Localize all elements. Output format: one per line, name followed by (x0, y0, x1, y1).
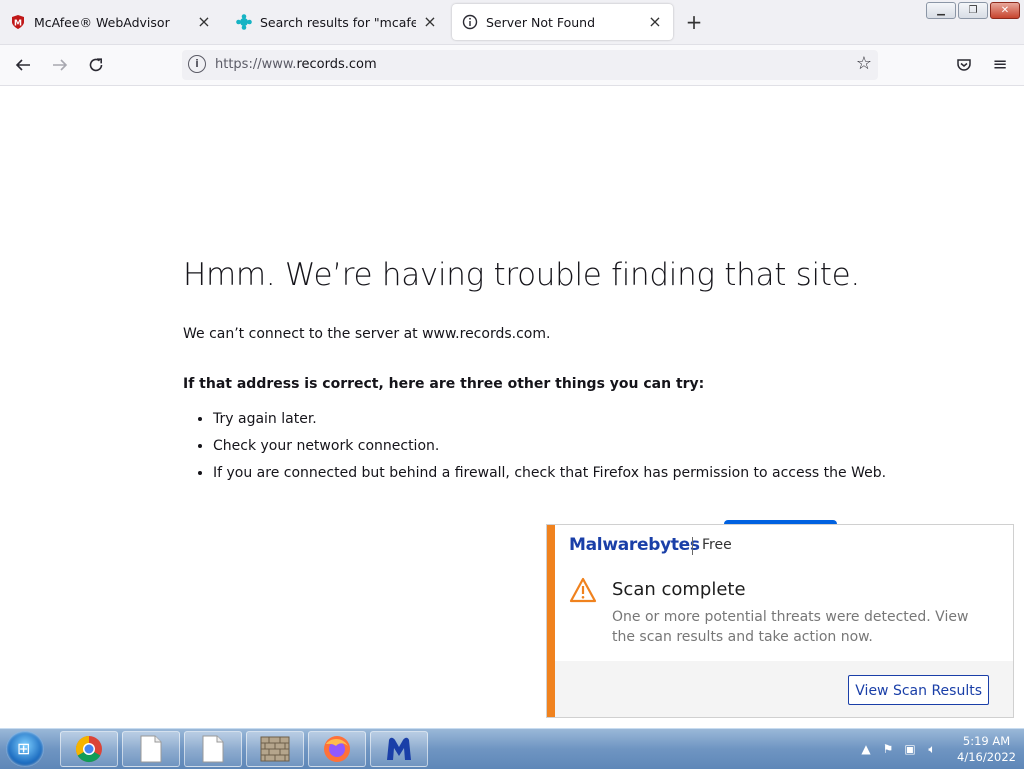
network-icon[interactable]: ▣ (901, 740, 919, 758)
forward-arrow-icon[interactable] (48, 53, 72, 77)
back-arrow-icon[interactable] (11, 53, 35, 77)
clock-date: 4/16/2022 (957, 750, 1016, 764)
divider (692, 537, 693, 555)
url-text[interactable]: https://www.records.com (215, 57, 377, 72)
tab-title: Server Not Found (486, 14, 596, 30)
firewall-icon (260, 736, 290, 762)
action-center-flag-icon[interactable]: ⚑ (879, 740, 897, 758)
close-window-button[interactable]: ✕ (990, 2, 1020, 19)
taskbar-firefox[interactable] (308, 731, 366, 767)
error-tips-heading: If that address is correct, here are thr… (183, 376, 705, 392)
start-button[interactable]: ⊞ (6, 731, 44, 767)
edition-label: Free (702, 537, 732, 553)
view-scan-results-button[interactable]: View Scan Results (848, 675, 989, 705)
brand-name: Malwarebytes (569, 535, 700, 555)
system-tray: ▲ ⚑ ▣ 🔈︎ 5:19 AM 4/16/2022 (855, 729, 1016, 769)
list-item: Try again later. (213, 410, 886, 428)
tab-title: Search results for "mcafee" – Ad (260, 14, 416, 30)
tab-search-results[interactable]: Search results for "mcafee" – Ad × (226, 4, 448, 40)
volume-speaker-icon[interactable]: 🔈︎ (923, 740, 941, 758)
error-title: Hmm. We’re having trouble finding that s… (183, 257, 860, 293)
puzzle-icon (236, 14, 252, 30)
taskbar-clock[interactable]: 5:19 AM 4/16/2022 (957, 733, 1016, 765)
url-host: records.com (296, 57, 377, 72)
taskbar-document-1[interactable] (122, 731, 180, 767)
taskbar: ⊞ ▲ ⚑ ▣ 🔈︎ 5:19 AM 4/16/2022 (0, 728, 1024, 769)
clock-time: 5:19 AM (962, 734, 1011, 748)
reload-icon[interactable] (84, 53, 108, 77)
error-description: We can’t connect to the server at www.re… (183, 326, 551, 342)
menu-hamburger-icon[interactable]: ≡ (988, 53, 1012, 77)
pocket-icon[interactable] (952, 53, 976, 77)
restore-button[interactable]: ❐ (958, 2, 988, 19)
taskbar-chrome[interactable] (60, 731, 118, 767)
notification-footer: View Scan Results (555, 661, 1013, 717)
window-controls: ▁ ❐ ✕ (926, 2, 1020, 19)
tab-strip: M McAfee® WebAdvisor × Search results fo… (0, 0, 1024, 45)
taskbar-document-2[interactable] (184, 731, 242, 767)
close-icon[interactable]: × (647, 14, 663, 30)
chrome-icon (75, 735, 102, 763)
list-item: If you are connected but behind a firewa… (213, 464, 886, 482)
warning-triangle-icon (569, 577, 597, 603)
svg-text:M: M (14, 19, 22, 28)
windows-logo-icon: ⊞ (17, 739, 31, 758)
document-icon (140, 735, 162, 763)
taskbar-malwarebytes[interactable] (370, 731, 428, 767)
notification-body: One or more potential threats were detec… (612, 609, 969, 645)
firefox-icon (324, 736, 350, 762)
new-tab-plus-icon[interactable]: + (684, 12, 704, 32)
malwarebytes-icon (387, 737, 411, 760)
taskbar-firewall[interactable] (246, 731, 304, 767)
notification-accent-bar (547, 525, 555, 717)
list-item: Check your network connection. (213, 437, 886, 455)
tab-server-not-found[interactable]: Server Not Found × (452, 4, 673, 40)
info-circle-icon (462, 14, 478, 30)
site-info-icon[interactable]: i (188, 55, 206, 73)
close-icon[interactable]: × (196, 14, 212, 30)
navigation-toolbar: i https://www.records.com ☆ ≡ (0, 45, 1024, 86)
tab-mcafee[interactable]: M McAfee® WebAdvisor × (0, 4, 222, 40)
tab-title: McAfee® WebAdvisor (34, 14, 170, 30)
url-bar[interactable]: i https://www.records.com ☆ (182, 50, 878, 80)
url-prefix: https://www. (215, 57, 297, 72)
minimize-button[interactable]: ▁ (926, 2, 956, 19)
error-tips-list: Try again later. Check your network conn… (183, 410, 886, 491)
notification-heading: Scan complete (612, 579, 746, 600)
show-hidden-icons-chevron-icon[interactable]: ▲ (857, 740, 875, 758)
mcafee-shield-icon: M (10, 14, 26, 30)
malwarebytes-notification: Malwarebytes Free Scan complete One or m… (546, 524, 1014, 718)
bookmark-star-icon[interactable]: ☆ (856, 53, 872, 74)
malwarebytes-logo: Malwarebytes (569, 535, 700, 555)
document-icon (202, 735, 224, 763)
close-icon[interactable]: × (422, 14, 438, 30)
